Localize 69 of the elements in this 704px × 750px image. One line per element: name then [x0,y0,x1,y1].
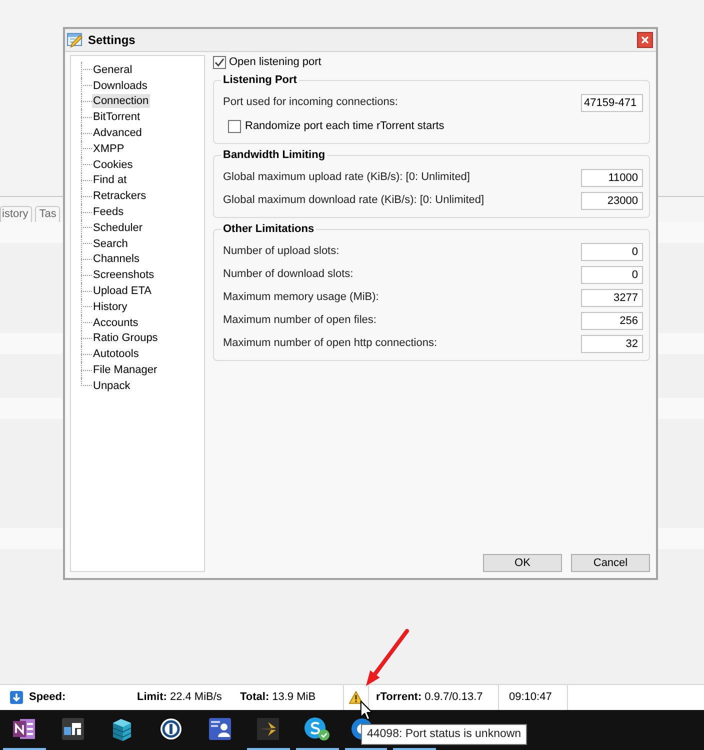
ring-icon[interactable] [160,718,182,740]
nav-item[interactable]: BitTorrent [92,110,142,124]
version-value: 0.9.7/0.13.7 [424,690,483,706]
number-field[interactable]: 23000 [581,192,643,210]
nav-item[interactable]: Screenshots [92,268,156,282]
cancel-button[interactable]: Cancel [571,554,650,572]
checkbox[interactable] [213,56,226,68]
app-tile-icon[interactable] [62,718,84,740]
nav-item[interactable]: Downloads [92,78,148,93]
number-field[interactable]: 0 [581,266,643,284]
nav-item[interactable]: Retrackers [92,189,148,204]
nav-item[interactable]: Feeds [92,205,125,220]
warning-icon[interactable] [349,691,363,704]
nav-item[interactable]: Channels [92,252,140,266]
number-field[interactable]: 32 [581,334,643,352]
ok-button[interactable]: OK [483,554,562,572]
number-field[interactable]: 11000 [581,168,643,186]
group-title: Listening Port [222,73,298,87]
nav-item[interactable]: General [92,62,134,77]
nav-item[interactable]: Cookies [92,158,134,172]
nav-item[interactable]: Autotools [92,347,140,362]
field-label: Maximum memory usage (MiB): [223,290,379,306]
download-icon [10,691,23,704]
limit-value: 22.4 MiB/s [170,690,222,706]
checkbox[interactable] [228,120,241,132]
nav-item[interactable]: Connection [92,94,150,108]
number-field[interactable]: 256 [581,312,643,330]
number-field[interactable]: 3277 [581,288,643,306]
window-title: Settings [88,32,136,49]
tooltip: 44098: Port status is unknown [361,724,528,745]
total-value: 13.9 MiB [272,690,316,706]
field-label: Number of download slots: [223,267,354,282]
version-label: rTorrent: [376,690,422,706]
tab[interactable]: istory [0,206,32,222]
total-label: Total: [240,690,270,706]
field-label: Port used for incoming connections: [223,95,398,110]
number-field[interactable]: 0 [581,242,643,260]
building-icon[interactable] [110,717,133,741]
nav-item[interactable]: History [92,300,128,314]
nav-item[interactable]: Advanced [92,126,143,140]
nav-item[interactable]: XMPP [92,142,126,156]
speed-label: Speed: [29,690,66,706]
checkbox-label: Randomize port each time rTorrent starts [245,118,444,134]
contact-card-icon[interactable] [208,718,231,740]
text-field[interactable]: 47159-471 [581,94,643,112]
nav-item[interactable]: Unpack [92,378,132,393]
field-label: Global maximum upload rate (KiB/s): [0: Unlimited] [223,170,470,186]
field-label: Maximum number of open files: [223,313,376,328]
field-label: Global maximum download rate (KiB/s): [0: Unlimited] [223,193,484,208]
group-title: Bandwidth Limiting [222,148,326,162]
nav-item[interactable]: Find at [92,173,128,188]
field-label: Number of upload slots: [223,244,340,260]
close-icon [641,36,649,44]
close-button[interactable] [637,32,653,48]
notebook-icon[interactable] [13,718,36,740]
group-title: Other Limitations [222,222,316,236]
checkbox-label: Open listening port [229,54,322,70]
nav-item[interactable]: Search [92,236,129,251]
chat-app-icon[interactable] [304,717,330,741]
nav-item[interactable]: Upload ETA [92,284,152,298]
nav-item[interactable]: Ratio Groups [92,331,159,346]
field-label: Maximum number of open http connections: [223,336,438,352]
plane-icon[interactable] [257,718,280,740]
tab[interactable]: Tas [35,206,60,222]
nav-item[interactable]: File Manager [92,363,158,378]
nav-item[interactable]: Accounts [92,316,140,330]
clock-time: 09:10:47 [509,690,552,706]
nav-item[interactable]: Scheduler [92,220,144,235]
limit-label: Limit: [137,690,167,706]
